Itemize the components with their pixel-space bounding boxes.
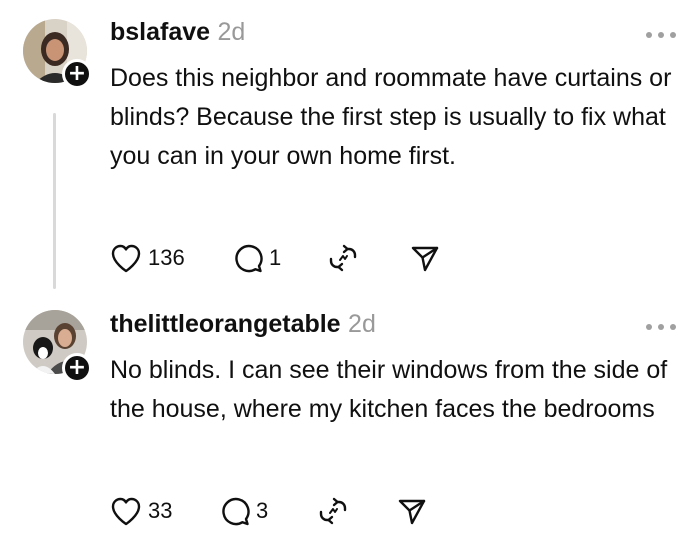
reply-count: 1 [269,245,282,270]
timestamp: 2d [217,18,246,46]
like-button[interactable]: 33 [110,493,172,529]
post-text: No blinds. I can see their windows from … [110,356,668,423]
more-icon[interactable] [646,322,676,332]
heart-icon [111,497,141,526]
post-text: Does this neighbor and roommate have cur… [110,64,672,170]
like-count: 33 [148,498,173,523]
like-button[interactable]: 136 [110,240,185,276]
repost-button[interactable] [328,240,358,276]
share-icon [398,499,426,525]
thread-line [53,113,56,289]
timestamp: 2d [348,310,376,338]
repost-button[interactable] [318,493,348,529]
reply-count: 3 [256,498,269,523]
plus-icon: + [67,61,87,86]
post-header: thelittleorangetable 2d [110,310,376,339]
share-icon [411,246,439,272]
comment-icon [222,497,250,526]
follow-button[interactable]: + [62,59,92,89]
share-button[interactable] [397,493,427,529]
thread-post: + thelittleorangetable 2d No blinds. I c… [0,300,700,545]
heart-icon [111,244,141,273]
follow-button[interactable]: + [62,353,92,383]
username[interactable]: thelittleorangetable [110,310,341,338]
repost-icon [319,497,347,525]
repost-icon [329,244,357,272]
reply-button[interactable]: 3 [220,493,268,529]
like-count: 136 [148,245,185,270]
plus-icon: + [67,355,87,380]
comment-icon [235,244,263,273]
share-button[interactable] [410,240,440,276]
more-icon[interactable] [646,30,676,40]
reply-button[interactable]: 1 [233,240,281,276]
username[interactable]: bslafave [110,18,210,46]
thread-post: + bslafave 2d Does this neighbor and roo… [0,0,700,300]
post-header: bslafave 2d [110,18,245,47]
